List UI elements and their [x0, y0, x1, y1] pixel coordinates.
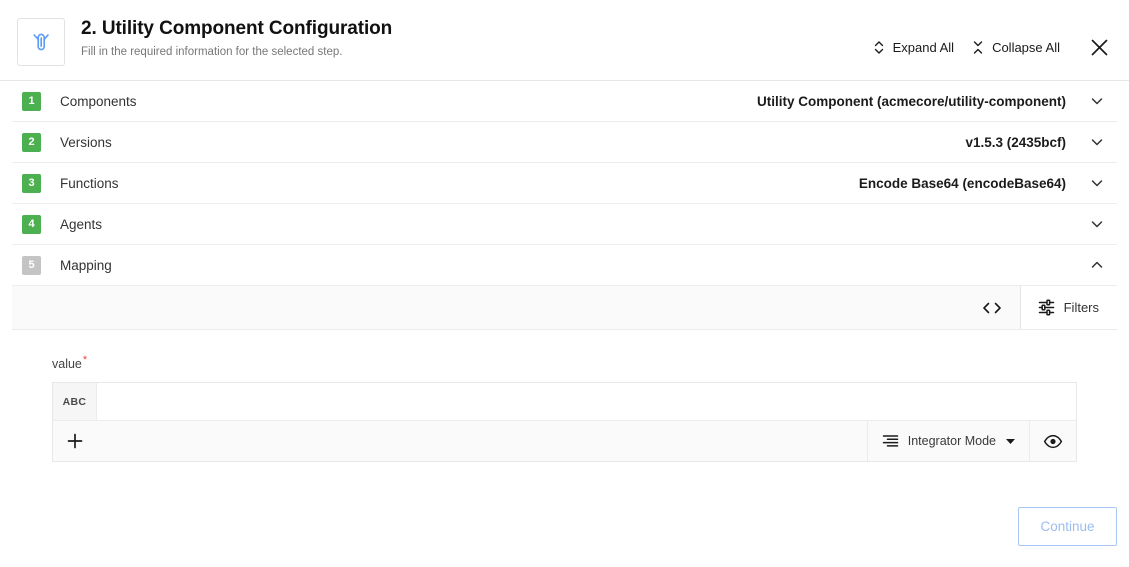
accordion-value: v1.5.3 (2435bcf)	[965, 134, 1066, 150]
expand-all-button[interactable]: Expand All	[864, 34, 963, 61]
mapping-toolbar: Filters	[12, 286, 1117, 330]
accordion-label: Agents	[60, 216, 103, 232]
accordion-label: Components	[60, 93, 137, 109]
accordion-row-agents[interactable]: 4 Agents	[12, 204, 1117, 245]
eye-icon	[1043, 434, 1063, 449]
step-badge: 1	[22, 91, 41, 111]
footer-spacer	[97, 421, 867, 461]
dialog-header: 2. Utility Component Configuration Fill …	[0, 0, 1129, 81]
accordion-row-functions[interactable]: 3 Functions Encode Base64 (encodeBase64)	[12, 163, 1117, 204]
mapping-body: value* ABC Integrator Mode	[0, 330, 1129, 463]
accordion-row-versions[interactable]: 2 Versions v1.5.3 (2435bcf)	[12, 122, 1117, 163]
page-title: 2. Utility Component Configuration	[81, 18, 393, 39]
integrator-mode-label: Integrator Mode	[907, 434, 996, 449]
collapse-chevrons-icon	[972, 40, 984, 55]
accordion-value: Utility Component (acmecore/utility-comp…	[756, 93, 1066, 109]
collapse-all-label: Collapse All	[992, 39, 1060, 55]
integrator-mode-dropdown[interactable]: Integrator Mode	[866, 421, 1029, 462]
value-input[interactable]	[97, 383, 1076, 421]
accordion-label: Functions	[60, 175, 119, 191]
expand-all-label: Expand All	[892, 39, 955, 55]
preview-toggle-button[interactable]	[1029, 421, 1076, 462]
filters-label: Filters	[1063, 300, 1099, 315]
chevron-down-icon[interactable]	[1086, 90, 1108, 112]
value-label-text: value	[52, 357, 82, 372]
chevron-down-icon[interactable]	[1086, 131, 1108, 153]
close-button[interactable]	[1081, 29, 1117, 65]
accordion-label: Mapping	[60, 257, 112, 273]
accordion-row-components[interactable]: 1 Components Utility Component (acmecore…	[12, 81, 1117, 122]
chevron-up-icon[interactable]	[1086, 254, 1108, 276]
close-icon	[1090, 38, 1109, 57]
accordion-label: Versions	[60, 134, 112, 150]
steps-accordion: 1 Components Utility Component (acmecore…	[0, 81, 1129, 286]
tune-sliders-icon	[1038, 299, 1055, 316]
type-badge-abc: ABC	[53, 383, 97, 421]
filters-button[interactable]: Filters	[1019, 286, 1117, 329]
code-brackets-icon[interactable]	[964, 286, 1020, 329]
list-lines-icon	[882, 434, 899, 448]
step-badge: 3	[22, 173, 41, 193]
mapping-table: ABC Integrator Mode	[52, 382, 1077, 463]
collapse-all-button[interactable]: Collapse All	[963, 34, 1069, 61]
required-asterisk: *	[82, 354, 88, 366]
page-subtitle: Fill in the required information for the…	[81, 46, 343, 58]
step-badge: 2	[22, 132, 41, 152]
add-row-button[interactable]	[53, 421, 97, 461]
mapping-input-row: ABC	[53, 383, 1076, 422]
mapping-footer-row: Integrator Mode	[53, 421, 1076, 462]
expand-chevrons-icon	[873, 40, 885, 55]
dialog-footer: Continue	[1018, 507, 1117, 546]
continue-button[interactable]: Continue	[1018, 507, 1117, 546]
plus-icon	[66, 432, 84, 450]
utility-knife-icon	[17, 18, 65, 66]
chevron-down-icon[interactable]	[1086, 213, 1108, 235]
step-badge: 5	[22, 255, 41, 275]
chevron-down-icon[interactable]	[1086, 172, 1108, 194]
value-field-label: value*	[52, 354, 1129, 371]
configuration-dialog: 2. Utility Component Configuration Fill …	[0, 0, 1129, 567]
step-badge: 4	[22, 214, 41, 234]
chevron-down-icon	[1005, 437, 1016, 445]
header-text-block: 2. Utility Component Configuration Fill …	[81, 17, 864, 60]
accordion-row-mapping[interactable]: 5 Mapping	[12, 245, 1117, 286]
accordion-value: Encode Base64 (encodeBase64)	[858, 175, 1066, 191]
header-actions: Expand All Collapse All	[864, 29, 1117, 65]
